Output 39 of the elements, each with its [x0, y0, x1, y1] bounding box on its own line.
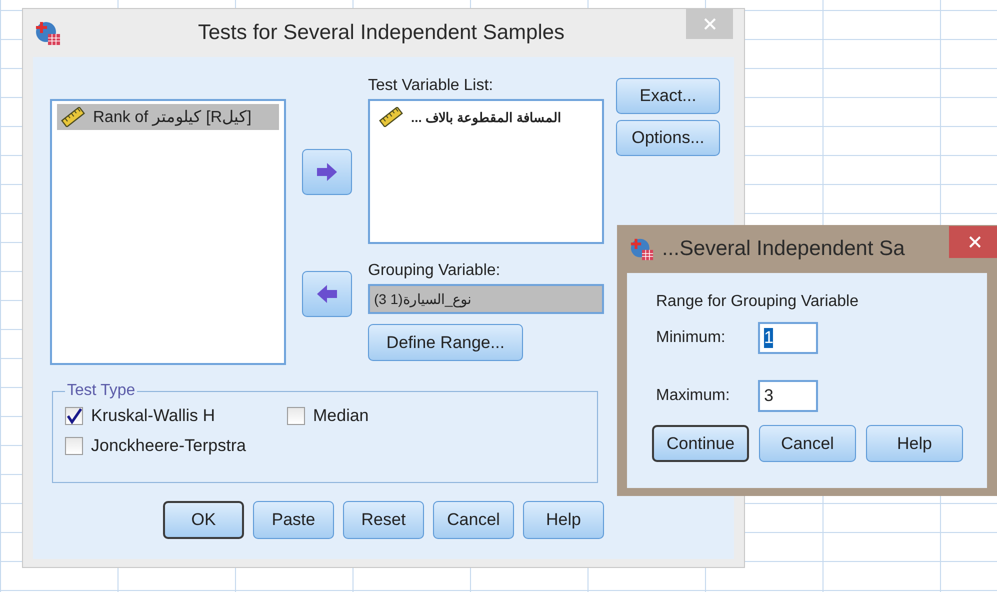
dialog-button[interactable]: Help [866, 425, 963, 462]
dialog-button[interactable]: OK [163, 501, 244, 539]
checkbox[interactable]: Kruskal-Wallis H [65, 406, 287, 426]
dialog-button[interactable]: Help [523, 501, 604, 539]
variable-list[interactable]: Rank of كيلومتر [Rكيل] [50, 99, 286, 365]
dialog-button[interactable]: Cancel [433, 501, 514, 539]
app-icon [35, 20, 61, 46]
section-heading: Range for Grouping Variable [656, 293, 860, 311]
input-field[interactable]: 3 [758, 380, 818, 412]
list-label: Test Variable List: [368, 77, 494, 96]
field-label: Minimum: [656, 329, 726, 347]
define-range-button[interactable]: Define Range... [368, 324, 523, 361]
test-variable-list[interactable]: المسافة المقطوعة بالاف ... [368, 99, 604, 244]
move-right-button[interactable] [302, 149, 352, 195]
checkbox[interactable]: Jonckheere-Terpstra [65, 436, 287, 456]
dialog-button[interactable]: Cancel [759, 425, 856, 462]
grouping-field[interactable]: نوع_السيارة(1 3) [368, 284, 604, 314]
field-label: Maximum: [656, 387, 731, 405]
list-item[interactable]: المسافة المقطوعة بالاف ... [375, 104, 597, 130]
check-icon [65, 407, 83, 425]
arrow-left-icon [316, 285, 338, 303]
field-label: Grouping Variable: [368, 262, 500, 281]
move-left-button[interactable] [302, 271, 352, 317]
group-title: Test Type [66, 382, 136, 400]
close-button[interactable] [949, 226, 997, 258]
dialog-button[interactable]: Paste [253, 501, 334, 539]
close-icon [968, 235, 982, 249]
dialog-button[interactable]: Options... [616, 120, 720, 156]
window-title: ...Several Independent Sa [662, 237, 905, 261]
checkbox[interactable]: Median [287, 406, 585, 426]
app-icon [630, 237, 654, 261]
arrow-right-icon [316, 163, 338, 181]
dialog-button[interactable]: Exact... [616, 78, 720, 114]
close-icon [702, 17, 716, 31]
dialog-button[interactable]: Reset [343, 501, 424, 539]
dialog-button[interactable]: Continue [652, 425, 749, 462]
window-title: Tests for Several Independent Samples [198, 21, 565, 45]
input-field[interactable]: 1 [758, 322, 818, 354]
list-item[interactable]: Rank of كيلومتر [Rكيل] [57, 104, 279, 130]
